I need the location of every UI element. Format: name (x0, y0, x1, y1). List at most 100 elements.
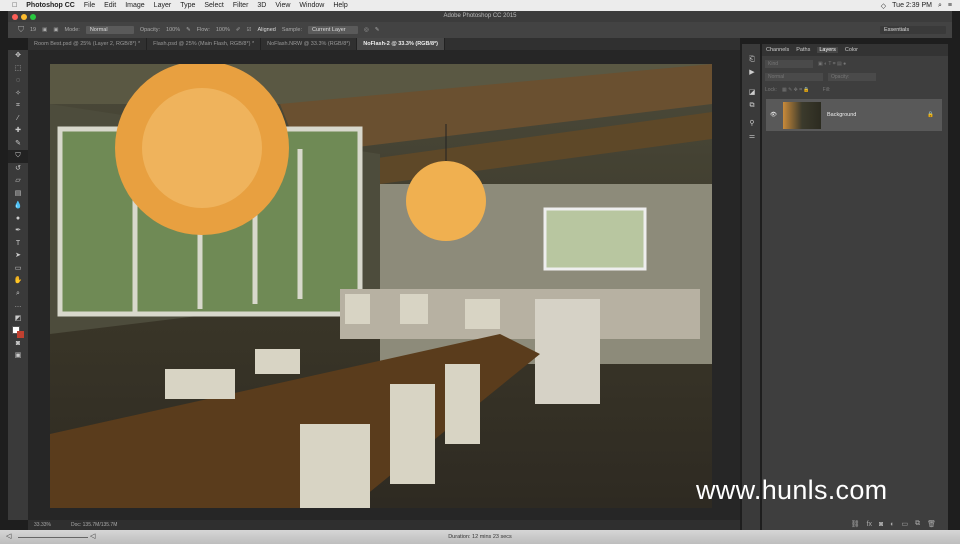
menu-layer[interactable]: Layer (154, 2, 172, 9)
zoom-tool-icon[interactable]: ⌕ (8, 288, 28, 301)
apple-icon[interactable]:  (12, 2, 17, 9)
layers-panel-footer: ⛓ fx ◙ ◐ ▭ ⧉ 🗑 (762, 518, 948, 530)
brush-panel-icon[interactable]: ▣ (42, 27, 47, 33)
fx-icon[interactable]: fx (867, 521, 872, 528)
dodge-tool-icon[interactable]: ● (8, 213, 28, 226)
blur-tool-icon[interactable]: 💧 (8, 200, 28, 213)
menu-image[interactable]: Image (125, 2, 144, 9)
brush-presets-icon[interactable]: ⚲ (742, 118, 762, 131)
delete-layer-icon[interactable]: 🗑 (927, 520, 936, 528)
history-panel-icon[interactable]: ⎗ (742, 54, 762, 67)
quick-mask-icon[interactable]: ◙ (8, 338, 28, 351)
marquee-tool-icon[interactable]: ⬚ (8, 63, 28, 76)
healing-tool-icon[interactable]: ✚ (8, 125, 28, 138)
type-tool-icon[interactable]: T (8, 238, 28, 251)
menu-view[interactable]: View (275, 2, 290, 9)
gradient-tool-icon[interactable]: ▤ (8, 188, 28, 201)
clone-source-icon[interactable]: ▣ (53, 27, 58, 33)
more-tools-icon[interactable]: … (8, 300, 28, 313)
tab-flash[interactable]: Flash.psd @ 25% (Main Flash, RGB/8*) * (147, 38, 262, 50)
aligned-checkbox[interactable]: ☑ (247, 27, 252, 33)
lock-label: Lock: (765, 86, 777, 93)
filter-kind-select[interactable]: Kind (765, 59, 813, 68)
shape-tool-icon[interactable]: ▭ (8, 263, 28, 276)
flow-input[interactable]: 100% (216, 27, 230, 33)
add-mask-icon[interactable]: ◙ (879, 521, 883, 528)
menu-window[interactable]: Window (299, 2, 324, 9)
notifications-icon[interactable]: ≡ (948, 2, 952, 9)
actions-play-icon[interactable]: ▶ (742, 67, 762, 80)
brush-size[interactable]: 19 (30, 27, 36, 33)
tab-channels[interactable]: Channels (766, 47, 789, 53)
tab-layers[interactable]: Layers (817, 47, 838, 53)
brush-tool-icon[interactable]: ✎ (8, 138, 28, 151)
quick-select-tool-icon[interactable]: ✧ (8, 88, 28, 101)
clock[interactable]: Tue 2:39 PM (892, 2, 932, 9)
zoom-level[interactable]: 33.33% (34, 522, 51, 528)
menu-3d[interactable]: 3D (257, 2, 266, 9)
move-tool-icon[interactable]: ✥ (8, 50, 28, 63)
blend-mode-select[interactable]: Normal (765, 72, 823, 81)
adjustment-layer-icon[interactable]: ◐ (890, 521, 894, 528)
lock-icons[interactable]: ▦ ✎ ✥ ⌗ 🔒 (782, 87, 810, 93)
fill-label: Fill: (822, 86, 831, 93)
adjustments-panel-icon[interactable]: ◪ (742, 87, 762, 100)
wifi-icon[interactable]: ◇ (881, 2, 886, 10)
layer-row-background[interactable]: 👁 Background 🔒 (766, 99, 942, 131)
menu-edit[interactable]: Edit (104, 2, 116, 9)
screen-mode-icon[interactable]: ▣ (8, 350, 28, 363)
lasso-tool-icon[interactable]: ◌ (8, 75, 28, 88)
visibility-eye-icon[interactable]: 👁 (770, 112, 777, 118)
ignore-adjustment-icon[interactable]: ◎ (364, 27, 369, 33)
tab-color[interactable]: Color (845, 47, 858, 53)
pressure-size-icon[interactable]: ✎ (375, 27, 380, 33)
kitchen-island-cart (535, 299, 600, 404)
clone-source-panel-icon[interactable]: ⧉ (742, 100, 762, 113)
menu-type[interactable]: Type (180, 2, 195, 9)
menu-select[interactable]: Select (204, 2, 223, 9)
new-group-icon[interactable]: ▭ (901, 520, 908, 528)
tab-room-best[interactable]: Room Best.psd @ 25% (Layer 2, RGB/8*) * (28, 38, 148, 50)
default-colors-icon[interactable]: ◩ (8, 313, 28, 326)
eraser-tool-icon[interactable]: ▱ (8, 175, 28, 188)
airbrush-icon[interactable]: ✐ (236, 27, 241, 33)
mode-select[interactable]: Normal (85, 26, 134, 34)
tab-noflash-nrw[interactable]: NoFlash.NRW @ 33.3% (RGB/8*) (261, 38, 358, 50)
menu-filter[interactable]: Filter (233, 2, 249, 9)
zoom-window-button[interactable] (30, 14, 36, 20)
path-select-tool-icon[interactable]: ➤ (8, 250, 28, 263)
menubar-status: ◇ Tue 2:39 PM ⌕ ≡ (881, 0, 952, 11)
opacity-input[interactable]: 100% (166, 27, 180, 33)
layers-panel: Channels Paths Layers Color Kind ▣ ◐ T ⌗ … (762, 44, 948, 530)
filter-icons[interactable]: ▣ ◐ T ⌗ ▤ ● (818, 61, 846, 67)
history-brush-tool-icon[interactable]: ↺ (8, 163, 28, 176)
sample-select[interactable]: Current Layer (308, 26, 359, 34)
eyedropper-tool-icon[interactable]: ⁄ (8, 113, 28, 126)
lock-icon[interactable]: 🔒 (927, 112, 934, 118)
window-titlebar: Adobe Photoshop CC 2015 (8, 11, 952, 22)
layer-name[interactable]: Background (827, 112, 856, 118)
link-layers-icon[interactable]: ⛓ (851, 520, 860, 528)
tab-noflash-2[interactable]: NoFlash-2 @ 33.3% (RGB/8*) (357, 38, 445, 50)
minimize-window-button[interactable] (21, 14, 27, 20)
workspace-select[interactable]: Essentials (880, 26, 946, 34)
tab-paths[interactable]: Paths (796, 47, 810, 53)
document-image[interactable] (50, 64, 712, 508)
close-window-button[interactable] (12, 14, 18, 20)
layer-thumbnail (782, 101, 821, 129)
menu-help[interactable]: Help (333, 2, 347, 9)
color-swatches[interactable] (8, 325, 28, 338)
menu-app[interactable]: Photoshop CC (26, 2, 75, 9)
pen-tool-icon[interactable]: ✒ (8, 225, 28, 238)
clone-stamp-tool-icon[interactable]: ⛉ (8, 150, 28, 163)
hand-tool-icon[interactable]: ✋ (8, 275, 28, 288)
opacity-field[interactable]: Opacity: (828, 72, 876, 81)
new-layer-icon[interactable]: ⧉ (915, 520, 920, 528)
pressure-opacity-icon[interactable]: ✎ (186, 27, 191, 33)
doc-size[interactable]: Doc: 135.7M/135.7M (71, 522, 117, 528)
crop-tool-icon[interactable]: ⌗ (8, 100, 28, 113)
spotlight-icon[interactable]: ⌕ (938, 2, 942, 10)
properties-icon[interactable]: ⚌ (742, 131, 762, 144)
clone-stamp-tool-icon[interactable]: ⛉ (18, 25, 24, 35)
menu-file[interactable]: File (84, 2, 95, 9)
